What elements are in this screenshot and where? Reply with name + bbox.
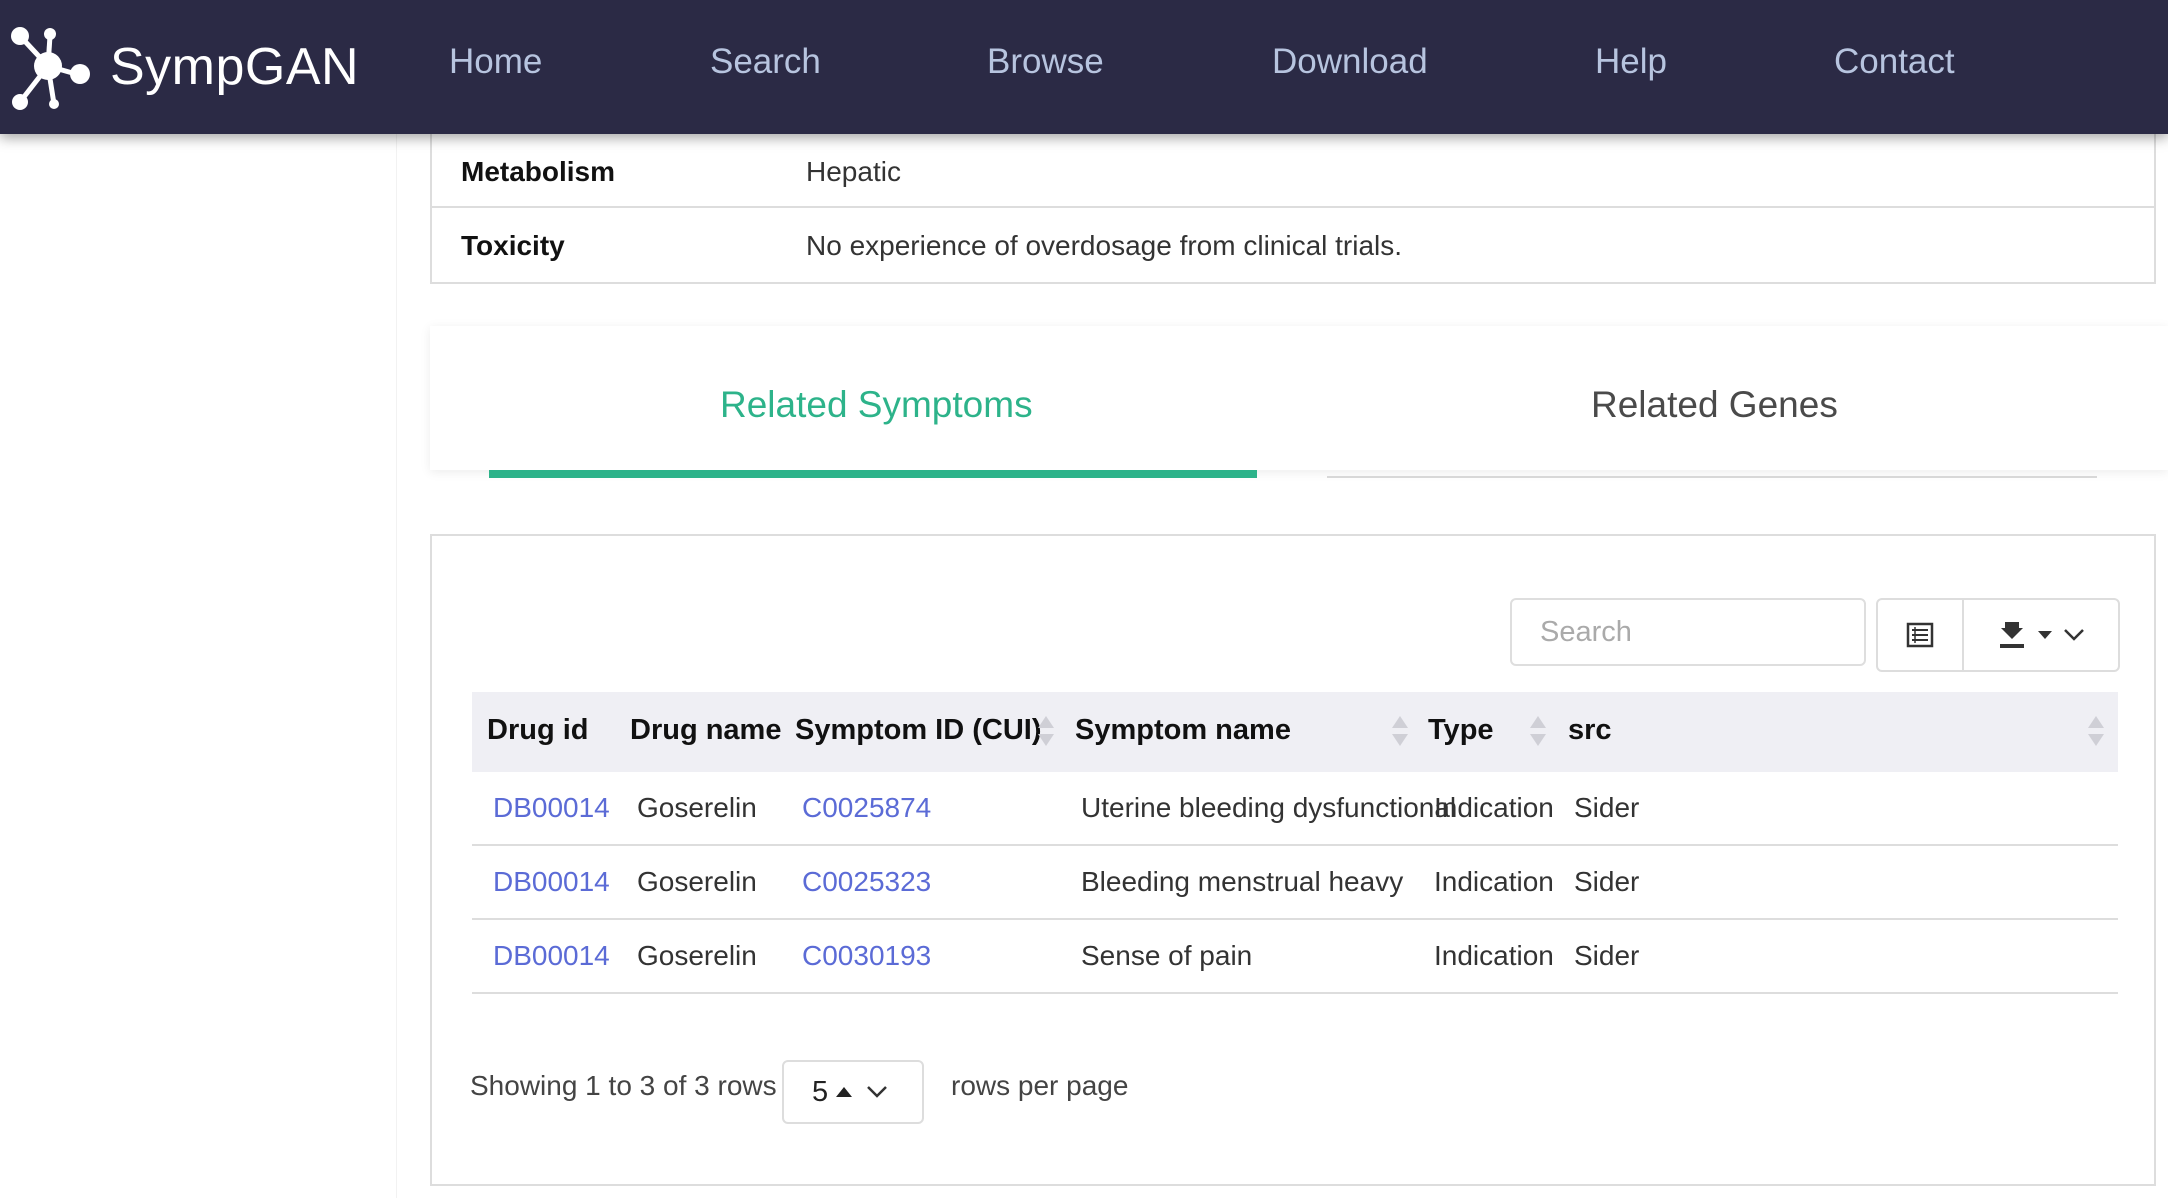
type-cell: Indication bbox=[1434, 940, 1554, 971]
left-pane-divider bbox=[396, 134, 397, 1198]
nav-home[interactable]: Home bbox=[449, 42, 542, 82]
symptom-id-link[interactable]: C0030193 bbox=[802, 940, 931, 972]
src-cell: Sider bbox=[1574, 792, 1640, 823]
column-header-symptom-id[interactable]: Symptom ID (CUI) bbox=[795, 714, 1042, 747]
brand[interactable]: SympGAN bbox=[6, 22, 359, 112]
drug-info-table: Metabolism Hepatic Toxicity No experienc… bbox=[430, 134, 2156, 284]
sort-icon[interactable] bbox=[1530, 716, 1546, 748]
symptom-id-link[interactable]: C0025874 bbox=[802, 792, 931, 824]
chevron-down-icon bbox=[867, 1086, 888, 1098]
rows-per-page-label: rows per page bbox=[951, 1070, 1129, 1101]
info-row-metabolism: Metabolism Hepatic bbox=[432, 134, 2154, 208]
tab-related-genes[interactable]: Related Genes bbox=[1591, 384, 1838, 426]
symptom-name-cell: Uterine bleeding dysfunctional bbox=[1081, 792, 1457, 823]
column-header-symptom-name[interactable]: Symptom name bbox=[1075, 714, 1291, 747]
sort-icon[interactable] bbox=[2088, 716, 2104, 748]
symptom-name-cell: Bleeding menstrual heavy bbox=[1081, 866, 1404, 897]
column-header-drug-name[interactable]: Drug name bbox=[630, 714, 781, 747]
src-cell: Sider bbox=[1574, 866, 1640, 897]
info-label: Toxicity bbox=[461, 230, 565, 261]
drug-name-cell: Goserelin bbox=[637, 866, 757, 897]
table-toolbar-buttons bbox=[1876, 598, 2120, 672]
nav-browse[interactable]: Browse bbox=[987, 42, 1104, 82]
drug-id-link[interactable]: DB00014 bbox=[493, 792, 610, 824]
page-size-value: 5 bbox=[812, 1075, 829, 1108]
nav-download[interactable]: Download bbox=[1272, 42, 1428, 82]
type-cell: Indication bbox=[1434, 792, 1554, 823]
sort-icon[interactable] bbox=[1392, 716, 1408, 748]
tab-related-symptoms[interactable]: Related Symptoms bbox=[720, 384, 1033, 426]
drug-name-cell: Goserelin bbox=[637, 940, 757, 971]
network-logo-icon bbox=[11, 27, 90, 110]
download-icon bbox=[2000, 622, 2024, 648]
caret-up-icon bbox=[836, 1087, 853, 1097]
info-row-toxicity: Toxicity No experience of overdosage fro… bbox=[432, 208, 2154, 282]
columns-toggle-button[interactable] bbox=[1878, 600, 1964, 670]
nav-search[interactable]: Search bbox=[710, 42, 821, 82]
drug-id-link[interactable]: DB00014 bbox=[493, 866, 610, 898]
column-header-type[interactable]: Type bbox=[1428, 714, 1494, 747]
table-search-input[interactable] bbox=[1510, 598, 1866, 666]
info-label: Metabolism bbox=[461, 156, 616, 187]
table-row: DB00014 Goserelin C0025874 Uterine bleed… bbox=[472, 772, 2118, 846]
brand-name: SympGAN bbox=[110, 38, 360, 96]
page-size-select[interactable]: 5 bbox=[782, 1060, 924, 1124]
top-navbar: SympGAN Home Search Browse Download Help… bbox=[0, 0, 2168, 134]
column-header-drug-id[interactable]: Drug id bbox=[487, 714, 589, 747]
export-dropdown-button[interactable] bbox=[1964, 600, 2118, 670]
column-header-src[interactable]: src bbox=[1568, 714, 1612, 747]
table-row: DB00014 Goserelin C0030193 Sense of pain… bbox=[472, 920, 2118, 994]
nav-contact[interactable]: Contact bbox=[1834, 42, 1955, 82]
info-value: No experience of overdosage from clinica… bbox=[806, 230, 1403, 261]
active-tab-indicator bbox=[489, 470, 1257, 478]
info-value: Hepatic bbox=[806, 156, 901, 187]
type-cell: Indication bbox=[1434, 866, 1554, 897]
symptom-name-cell: Sense of pain bbox=[1081, 940, 1253, 971]
drug-id-link[interactable]: DB00014 bbox=[493, 940, 610, 972]
caret-down-icon bbox=[2038, 631, 2052, 639]
table-row: DB00014 Goserelin C0025323 Bleeding mens… bbox=[472, 846, 2118, 920]
src-cell: Sider bbox=[1574, 940, 1640, 971]
tab-bar: Related Symptoms Related Genes bbox=[430, 326, 2168, 470]
chevron-down-icon bbox=[2064, 629, 2084, 641]
pagination-info: Showing 1 to 3 of 3 rows bbox=[470, 1070, 777, 1101]
drug-name-cell: Goserelin bbox=[637, 792, 757, 823]
sort-icon[interactable] bbox=[1038, 716, 1054, 748]
symptom-id-link[interactable]: C0025323 bbox=[802, 866, 931, 898]
symptoms-table-panel: Drug id Drug name Symptom ID (CUI) Sympt… bbox=[430, 534, 2156, 1186]
nav-help[interactable]: Help bbox=[1595, 42, 1667, 82]
inactive-tab-underline bbox=[1327, 476, 2097, 478]
table-header: Drug id Drug name Symptom ID (CUI) Sympt… bbox=[472, 692, 2118, 772]
list-columns-icon bbox=[1906, 622, 1934, 648]
